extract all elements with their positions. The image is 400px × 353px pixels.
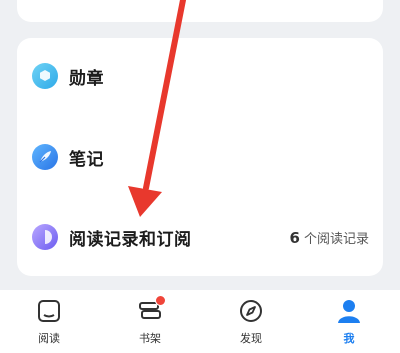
tab-label: 书架 [139, 332, 161, 345]
menu-item-label: 笔记 [69, 149, 104, 170]
medal-icon [32, 63, 58, 89]
menu-item-reading-records[interactable]: 阅读记录和订阅 6 个阅读记录 [17, 207, 383, 267]
tab-discover[interactable]: 发现 [221, 298, 281, 348]
menu-item-label: 勋章 [69, 68, 104, 89]
bookshelf-icon [137, 295, 166, 324]
menu-item-label: 阅读记录和订阅 [69, 229, 192, 250]
tab-reading[interactable]: 阅读 [19, 298, 79, 348]
compass-icon [238, 298, 264, 324]
record-count-suffix: 个阅读记录 [303, 231, 369, 247]
tab-label: 我 [343, 332, 355, 345]
notification-badge [155, 295, 166, 306]
top-card [17, 0, 383, 22]
tab-bookshelf[interactable]: 书架 [120, 295, 180, 348]
record-count-number: 6 [289, 228, 300, 247]
menu-card: 勋章 笔记 阅读记录和订阅 6 个阅读记录 [17, 38, 383, 276]
bottom-navigation: 阅读 书架 发现 我 [0, 290, 400, 353]
tab-me[interactable]: 我 [319, 298, 379, 348]
reading-record-icon [32, 224, 58, 250]
reading-record-count: 6 个阅读记录 [290, 228, 369, 247]
tab-label: 发现 [240, 332, 262, 345]
profile-page: 勋章 笔记 阅读记录和订阅 6 个阅读记录 阅读 书架 发现 我 [0, 0, 400, 353]
person-icon [336, 298, 362, 324]
feather-icon [32, 144, 58, 170]
book-icon [36, 298, 62, 324]
menu-item-medals[interactable]: 勋章 [17, 46, 383, 106]
tab-label: 阅读 [38, 332, 60, 345]
menu-item-notes[interactable]: 笔记 [17, 127, 383, 187]
